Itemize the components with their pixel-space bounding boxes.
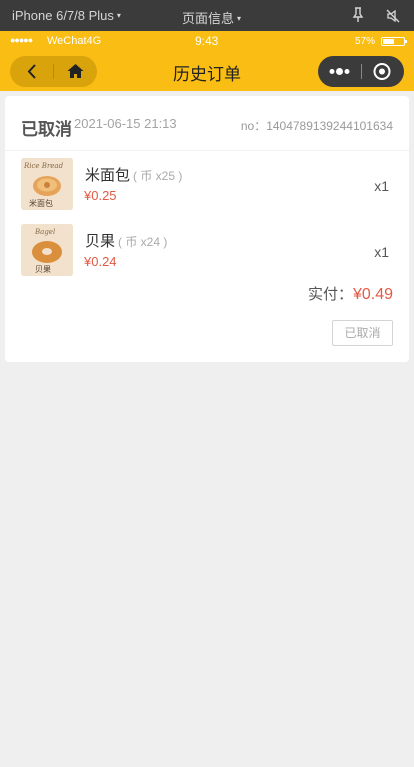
battery-percent: 57%	[355, 36, 376, 47]
page-info-label: 页面信息	[182, 11, 235, 26]
cancelled-button[interactable]: 已取消	[332, 320, 393, 346]
item-quantity: x1	[374, 244, 389, 260]
status-bar: ●●●●● WeChat4G 9:43 57%	[0, 31, 414, 51]
item-name: 米面包( 币 x25 )	[85, 164, 182, 185]
signal-strength-icon: ●●●●●	[10, 35, 33, 45]
svg-text:贝果: 贝果	[35, 265, 51, 274]
rice-bread-icon: Rice Bread 米面包	[21, 158, 73, 210]
bagel-icon: Bagel 贝果	[21, 224, 73, 276]
item-coin: ( 币 x24 )	[118, 235, 168, 249]
devtools-toolbar: iPhone 6/7/8 Plus ▾ 页面信息 ▾	[0, 0, 414, 31]
order-status: 已取消	[21, 120, 72, 139]
svg-text:Rice Bread: Rice Bread	[23, 162, 64, 170]
mute-icon[interactable]	[385, 8, 401, 24]
item-coin: ( 币 x25 )	[133, 169, 183, 183]
more-button[interactable]	[318, 56, 361, 87]
caret-down-icon: ▾	[237, 14, 242, 23]
item-price: ¥0.25	[84, 188, 117, 203]
total-label: 实付：	[307, 286, 353, 303]
svg-text:米面包: 米面包	[29, 198, 53, 208]
carrier-label: WeChat4G	[47, 35, 102, 47]
order-number: no：1404789139244101634	[240, 119, 393, 133]
close-miniprogram-button[interactable]	[362, 56, 404, 87]
item-quantity: x1	[374, 178, 389, 194]
more-dots-icon	[329, 68, 350, 75]
battery-level	[383, 39, 395, 44]
order-card: 已取消 2021-06-15 21:13 no：1404789139244101…	[5, 96, 409, 362]
navigation-bar: 历史订单	[0, 51, 414, 91]
device-selector[interactable]: iPhone 6/7/8 Plus ▾	[12, 8, 121, 23]
pin-icon[interactable]	[352, 7, 364, 23]
item-price: ¥0.24	[84, 254, 117, 269]
order-datetime: 2021-06-15 21:13	[74, 116, 177, 131]
page-info-menu[interactable]: 页面信息 ▾	[182, 8, 241, 27]
svg-text:Bagel: Bagel	[34, 228, 55, 236]
item-name-text: 贝果	[85, 233, 116, 250]
card-divider	[5, 150, 409, 151]
device-label: iPhone 6/7/8 Plus	[12, 8, 114, 23]
nav-capsule-right	[318, 56, 404, 87]
total-amount: ¥0.49	[352, 286, 393, 303]
caret-down-icon: ▾	[116, 11, 121, 20]
order-item[interactable]: Rice Bread 米面包 米面包( 币 x25 ) ¥0.25 x1	[21, 158, 397, 210]
order-item[interactable]: Bagel 贝果 贝果( 币 x24 ) ¥0.24 x1	[21, 224, 397, 276]
target-circle-icon	[373, 63, 391, 80]
battery-icon	[381, 37, 407, 46]
item-name-text: 米面包	[85, 167, 131, 184]
item-name: 贝果( 币 x24 )	[85, 230, 167, 251]
status-time: 9:43	[195, 34, 219, 48]
order-total: 实付：¥0.49	[308, 283, 393, 304]
